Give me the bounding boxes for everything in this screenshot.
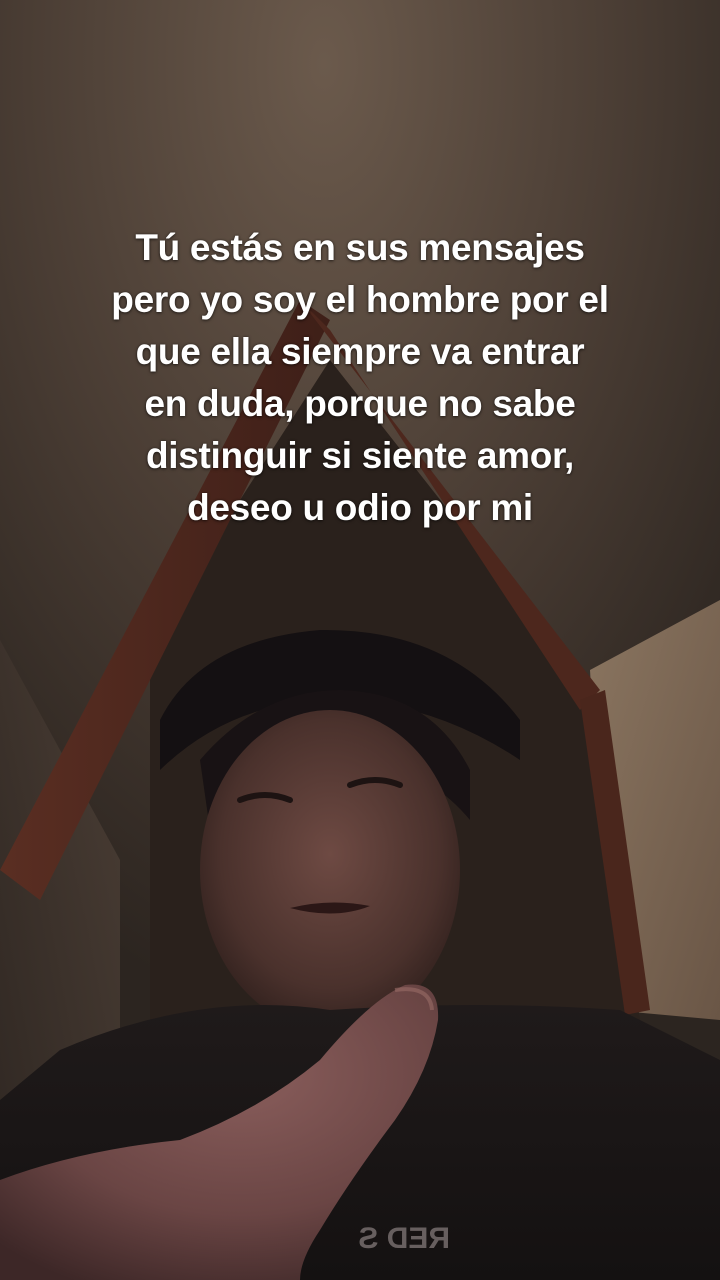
caption-line: que ella siempre va entrar <box>135 331 585 372</box>
shirt-print: RED S <box>358 1222 450 1255</box>
caption-line: distinguir si siente amor, <box>145 435 575 476</box>
caption-line: pero yo soy el hombre por el <box>111 279 609 320</box>
background-photo: RED S <box>0 0 720 1280</box>
caption-line: deseo u odio por mi <box>187 487 533 528</box>
video-frame: RED S Tú estás en sus mensajes pero yo s… <box>0 0 720 1280</box>
caption-text: Tú estás en sus mensajes pero yo soy el … <box>60 222 660 534</box>
caption-line: en duda, porque no sabe <box>144 383 576 424</box>
caption-line: Tú estás en sus mensajes <box>135 227 585 268</box>
